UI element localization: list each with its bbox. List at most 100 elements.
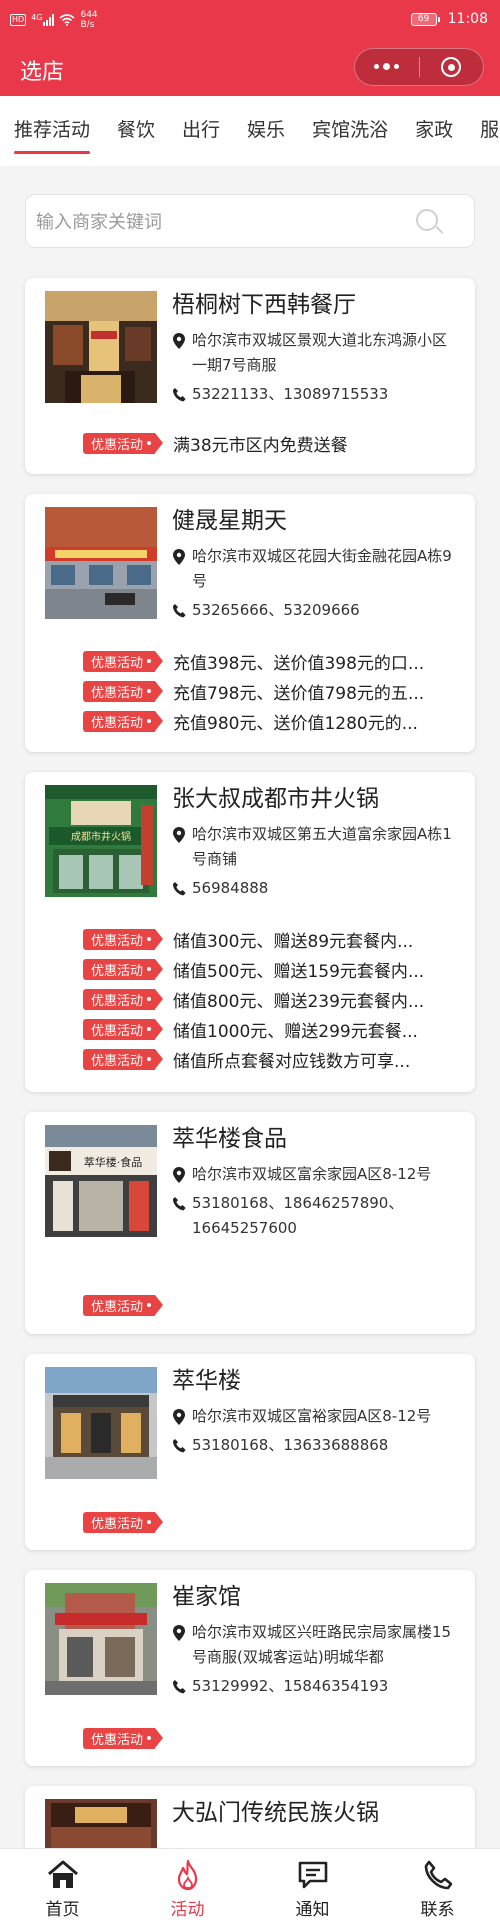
close-icon[interactable] <box>420 57 484 77</box>
store-address: 哈尔滨市双城区花园大街金融花园A栋9号 <box>192 547 452 590</box>
hd-badge: HD <box>10 14 27 26</box>
promo-tag: 优惠活动 <box>83 1294 164 1316</box>
promo-list: 优惠活动 充值398元、送价值398元的口... 优惠活动 充值798元、送价值… <box>83 646 463 736</box>
bottom-tab-bar: 首页 活动 通知 联系 <box>0 1848 500 1924</box>
promo-tag: 优惠活动 <box>83 928 164 950</box>
store-photo <box>45 291 157 403</box>
store-phone: 56984888 <box>192 879 269 897</box>
promo-tag-label: 优惠活动 <box>91 1732 144 1748</box>
promo-tag-label: 优惠活动 <box>91 963 144 979</box>
promo-tag-label: 优惠活动 <box>91 655 144 671</box>
promo-tag-label: 优惠活动 <box>91 1053 144 1069</box>
promo-list: 优惠活动 <box>83 1723 463 1753</box>
store-photo <box>45 1583 157 1695</box>
store-phone: 53221133、13089715533 <box>192 385 389 403</box>
promo-item: 优惠活动 储值所点套餐对应钱数方可享... <box>83 1044 463 1074</box>
tab-activity[interactable]: 活动 <box>125 1849 250 1924</box>
location-icon <box>173 333 185 349</box>
store-address-row: 哈尔滨市双城区富裕家园A区8-12号 <box>172 1404 460 1429</box>
phone-icon <box>172 604 186 618</box>
promo-text: 充值980元、送价值1280元的... <box>173 713 418 734</box>
promo-item: 优惠活动 充值398元、送价值398元的口... <box>83 646 463 676</box>
store-photo: 成都市井火锅 <box>45 785 157 897</box>
tab-notice-label: 通知 <box>295 1900 330 1920</box>
store-card[interactable]: 萃华楼·食品 萃华楼食品 哈尔滨市双城区富余家园A区8-12号 53180168… <box>25 1112 475 1334</box>
promo-item: 优惠活动 充值798元、送价值798元的五... <box>83 676 463 706</box>
store-name: 大弘门传统民族火锅 <box>172 1800 379 1826</box>
store-phone-row: 53129992、15846354193 <box>172 1674 460 1699</box>
promo-text: 充值798元、送价值798元的五... <box>173 683 425 704</box>
status-left: HD 4G 644 B/s <box>10 10 98 30</box>
status-right: 69 11:08 <box>410 11 488 27</box>
promo-tag-label: 优惠活动 <box>91 685 144 701</box>
store-name: 张大叔成都市井火锅 <box>172 786 379 812</box>
more-icon[interactable] <box>355 63 419 70</box>
speed-unit: B/s <box>80 20 95 30</box>
store-name: 萃华楼 <box>172 1368 241 1394</box>
store-phone: 53265666、53209666 <box>192 601 360 619</box>
phone-icon <box>172 1680 186 1694</box>
promo-text: 储值300元、赠送89元套餐内... <box>173 931 414 952</box>
location-icon <box>173 1625 185 1641</box>
battery-icon: 69 <box>410 12 440 26</box>
store-address: 哈尔滨市双城区兴旺路民宗局家属楼15号商服(双城客运站)明城华都 <box>192 1623 452 1666</box>
promo-item: 优惠活动 充值980元、送价值1280元的... <box>83 706 463 736</box>
store-sign: 萃华楼·食品 <box>84 1155 143 1169</box>
promo-item: 优惠活动 储值1000元、赠送299元套餐... <box>83 1014 463 1044</box>
network-speed: 644 B/s <box>80 10 97 30</box>
promo-text: 满38元市区内免费送餐 <box>173 435 348 456</box>
store-address-row: 哈尔滨市双城区富余家园A区8-12号 <box>172 1162 460 1187</box>
mini-program-capsule <box>354 48 484 86</box>
page-title: 选店 <box>20 60 65 85</box>
promo-list: 优惠活动 <box>83 1290 463 1320</box>
tab-housekeeping[interactable]: 家政 <box>415 96 453 166</box>
promo-tag: 优惠活动 <box>83 710 164 732</box>
store-phone-row: 53221133、13089715533 <box>172 382 460 407</box>
tab-home[interactable]: 首页 <box>0 1849 125 1924</box>
promo-tag-label: 优惠活动 <box>91 1299 144 1315</box>
store-card[interactable]: 萃华楼 哈尔滨市双城区富裕家园A区8-12号 53180168、13633688… <box>25 1354 475 1550</box>
home-icon <box>47 1860 78 1888</box>
search-box <box>25 194 475 248</box>
store-info: 大弘门传统民族火锅 <box>172 1794 460 1832</box>
promo-tag-label: 优惠活动 <box>91 715 144 731</box>
promo-list: 优惠活动 满38元市区内免费送餐 <box>83 428 463 458</box>
store-address-row: 哈尔滨市双城区第五大道富余家园A栋1号商铺 <box>172 822 460 872</box>
tab-hotel-bath[interactable]: 宾馆洗浴 <box>312 96 388 166</box>
message-icon <box>298 1861 327 1889</box>
store-list: 梧桐树下西韩餐厅 哈尔滨市双城区景观大道北东鸿源小区一期7号商服 5322113… <box>25 278 475 1924</box>
tab-contact[interactable]: 联系 <box>375 1849 500 1924</box>
promo-item: 优惠活动 <box>83 1290 463 1320</box>
promo-tag: 优惠活动 <box>83 958 164 980</box>
promo-tag: 优惠活动 <box>83 1511 164 1533</box>
speed-value: 644 <box>80 10 98 20</box>
tab-entertainment[interactable]: 娱乐 <box>247 96 285 166</box>
phone-icon <box>172 1439 186 1453</box>
store-card[interactable]: 崔家馆 哈尔滨市双城区兴旺路民宗局家属楼15号商服(双城客运站)明城华都 531… <box>25 1570 475 1766</box>
tab-notice[interactable]: 通知 <box>250 1849 375 1924</box>
promo-item: 优惠活动 储值800元、赠送239元套餐内... <box>83 984 463 1014</box>
store-address: 哈尔滨市双城区富余家园A区8-12号 <box>192 1165 432 1183</box>
tab-contact-label: 联系 <box>420 1900 455 1920</box>
promo-tag: 优惠活动 <box>83 432 164 454</box>
tab-dining[interactable]: 餐饮 <box>117 96 155 166</box>
search-input[interactable] <box>36 205 406 239</box>
store-card[interactable]: 健晟星期天 哈尔滨市双城区花园大街金融花园A栋9号 53265666、53209… <box>25 494 475 752</box>
tab-travel[interactable]: 出行 <box>182 96 220 166</box>
store-card[interactable]: 成都市井火锅 张大叔成都市井火锅 哈尔滨市双城区第五大道富余家园A栋1号商铺 5… <box>25 772 475 1092</box>
store-phone: 53129992、15846354193 <box>192 1677 389 1695</box>
store-card[interactable]: 梧桐树下西韩餐厅 哈尔滨市双城区景观大道北东鸿源小区一期7号商服 5322113… <box>25 278 475 474</box>
store-address: 哈尔滨市双城区景观大道北东鸿源小区一期7号商服 <box>192 331 448 374</box>
store-photo <box>45 507 157 619</box>
tab-activity-label: 活动 <box>170 1900 205 1920</box>
tab-recommended[interactable]: 推荐活动 <box>14 96 91 166</box>
promo-tag-label: 优惠活动 <box>91 1516 144 1532</box>
promo-tag: 优惠活动 <box>83 1727 164 1749</box>
store-address-row: 哈尔滨市双城区兴旺路民宗局家属楼15号商服(双城客运站)明城华都 <box>172 1620 460 1670</box>
promo-tag: 优惠活动 <box>83 1018 164 1040</box>
promo-tag-label: 优惠活动 <box>91 1023 144 1039</box>
store-phone-row: 53180168、18646257890、16645257600 <box>172 1191 460 1241</box>
tab-service[interactable]: 服 <box>480 96 499 166</box>
store-info: 张大叔成都市井火锅 哈尔滨市双城区第五大道富余家园A栋1号商铺 56984888 <box>172 780 460 901</box>
search-icon[interactable] <box>416 209 444 237</box>
